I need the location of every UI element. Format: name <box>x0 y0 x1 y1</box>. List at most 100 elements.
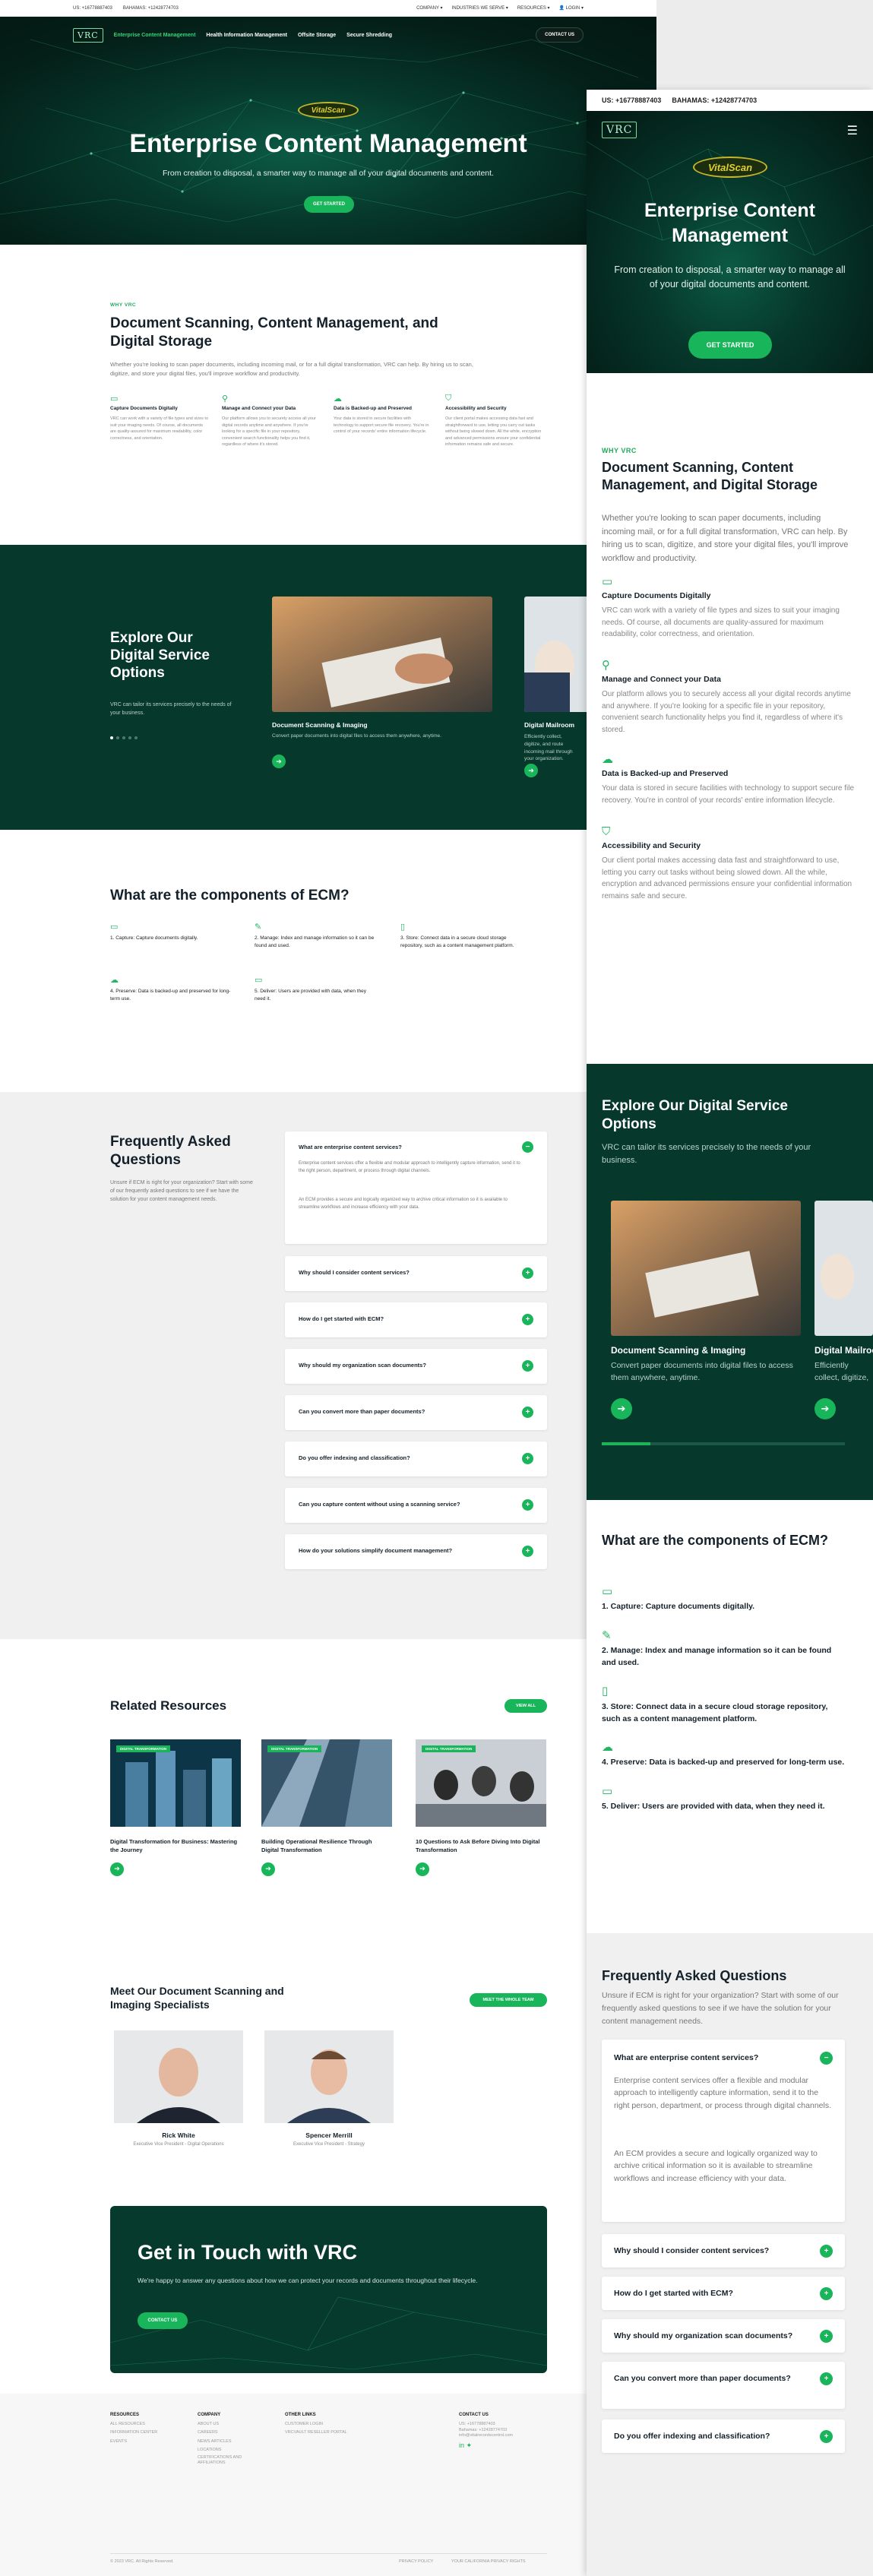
faq-item[interactable]: How do your solutions simplify document … <box>285 1534 547 1569</box>
faq-item[interactable]: Can you convert more than paper document… <box>285 1395 547 1430</box>
card-arrow-button[interactable]: ➔ <box>272 755 286 768</box>
hamburger-icon[interactable]: ☰ <box>847 123 858 138</box>
footer-link[interactable]: CUSTOMER LOGIN <box>285 2420 347 2429</box>
get-started-button[interactable]: GET STARTED <box>304 196 354 213</box>
faq-item[interactable]: How do I get started with ECM? + <box>602 2277 845 2310</box>
industries-menu[interactable]: INDUSTRIES WE SERVE ▾ <box>452 6 508 11</box>
phone-bahamas[interactable]: BAHAMAS: +12428774703 <box>123 6 179 11</box>
carousel-progress[interactable] <box>602 1442 845 1445</box>
resource-card[interactable]: DIGITAL TRANSFORMATION 10 Questions to A… <box>416 1739 546 1876</box>
faq-item-open[interactable]: What are enterprise content services? − … <box>602 2040 845 2222</box>
card-image-scanning[interactable] <box>611 1201 801 1336</box>
card-arrow-button[interactable]: ➔ <box>611 1398 632 1419</box>
faq-question[interactable]: Do you offer indexing and classification… <box>299 1454 410 1461</box>
team-member[interactable]: Rick White Executive Vice President - Di… <box>114 2030 243 2147</box>
nav-shredding[interactable]: Secure Shredding <box>346 33 392 38</box>
expand-icon[interactable]: + <box>820 2245 833 2258</box>
faq-question[interactable]: What are enterprise content services? <box>299 1144 402 1150</box>
view-all-button[interactable]: VIEW ALL <box>505 1699 547 1713</box>
footer-link[interactable]: CERTIFICATIONS AND AFFILIATIONS <box>198 2455 258 2466</box>
linkedin-icon[interactable]: in <box>459 2442 464 2449</box>
twitter-icon[interactable]: ✦ <box>467 2442 473 2449</box>
footer-link[interactable]: CAREERS <box>198 2429 258 2438</box>
collapse-icon[interactable]: − <box>820 2052 833 2065</box>
footer-link[interactable]: EVENTS <box>110 2438 157 2447</box>
phone-us[interactable]: US: +16778887403 <box>73 6 112 11</box>
resource-card[interactable]: DIGITAL TRANSFORMATION Digital Transform… <box>110 1739 241 1876</box>
faq-question[interactable]: Why should my organization scan document… <box>299 1362 426 1369</box>
expand-icon[interactable]: + <box>522 1360 533 1372</box>
card-image-scanning[interactable] <box>272 597 492 712</box>
resource-card[interactable]: DIGITAL TRANSFORMATION Building Operatio… <box>261 1739 392 1876</box>
vrc-logo[interactable]: VRC <box>73 27 103 43</box>
faq-question[interactable]: How do I get started with ECM? <box>299 1315 384 1322</box>
expand-icon[interactable]: + <box>522 1267 533 1279</box>
contact-button[interactable]: CONTACT US <box>138 2312 188 2329</box>
faq-question[interactable]: Why should I consider content services? <box>299 1269 410 1276</box>
card-arrow-button[interactable]: ➔ <box>524 764 538 777</box>
resource-image[interactable] <box>416 1739 546 1827</box>
expand-icon[interactable]: + <box>522 1546 533 1557</box>
company-menu[interactable]: COMPANY ▾ <box>416 6 442 11</box>
faq-item[interactable]: Why should I consider content services? + <box>285 1256 547 1291</box>
footer-link[interactable]: NEWS ARTICLES <box>198 2438 258 2447</box>
expand-icon[interactable]: + <box>820 2372 833 2385</box>
carousel-dots[interactable] <box>110 736 138 739</box>
faq-item-open[interactable]: What are enterprise content services? − … <box>285 1131 547 1244</box>
nav-offsite[interactable]: Offsite Storage <box>298 33 336 38</box>
login-menu[interactable]: 👤 LOGIN ▾ <box>559 6 584 11</box>
nav-ecm[interactable]: Enterprise Content Management <box>114 33 196 38</box>
expand-icon[interactable]: + <box>820 2330 833 2343</box>
card-title[interactable]: Digital Mailroom <box>524 721 574 729</box>
vrc-logo[interactable]: VRC <box>602 122 637 138</box>
social-icons[interactable]: in ✦ <box>459 2438 513 2453</box>
member-photo[interactable] <box>264 2030 394 2123</box>
footer-email[interactable]: info@vitalrecordscontrol.com <box>459 2433 513 2439</box>
faq-question[interactable]: Do you offer indexing and classification… <box>614 2431 804 2442</box>
resource-image[interactable] <box>110 1739 241 1827</box>
faq-question[interactable]: How do your solutions simplify document … <box>299 1547 452 1554</box>
nav-him[interactable]: Health Information Management <box>206 33 287 38</box>
contact-us-button[interactable]: CONTACT US <box>536 27 584 43</box>
faq-item[interactable]: Why should my organization scan document… <box>602 2319 845 2353</box>
footer-link[interactable]: INFORMATION CENTER <box>110 2429 157 2438</box>
footer-phone[interactable]: Bahamas: +12428774703 <box>459 2429 513 2433</box>
expand-icon[interactable]: + <box>522 1499 533 1511</box>
footer-link[interactable]: VRCVAULT RESELLER PORTAL <box>285 2429 347 2438</box>
resource-arrow[interactable]: ➔ <box>261 1862 275 1876</box>
member-photo[interactable] <box>114 2030 243 2123</box>
resource-title[interactable]: Digital Transformation for Business: Mas… <box>110 1838 239 1855</box>
faq-question[interactable]: Why should I consider content services? <box>614 2245 804 2257</box>
footer-link[interactable]: ALL RESOURCES <box>110 2420 157 2429</box>
card-title[interactable]: Document Scanning & Imaging <box>272 721 368 729</box>
faq-item[interactable]: Can you capture content without using a … <box>285 1488 547 1523</box>
privacy-link[interactable]: PRIVACY POLICY <box>399 2559 433 2564</box>
expand-icon[interactable]: + <box>522 1453 533 1464</box>
expand-icon[interactable]: + <box>820 2287 833 2300</box>
team-member[interactable]: Spencer Merrill Executive Vice President… <box>264 2030 394 2147</box>
faq-question[interactable]: How do I get started with ECM? <box>614 2288 804 2299</box>
phone-bahamas[interactable]: BAHAMAS: +12428774703 <box>672 97 757 104</box>
expand-icon[interactable]: + <box>522 1407 533 1418</box>
faq-item[interactable]: Can you convert more than paper document… <box>602 2362 845 2409</box>
footer-link[interactable]: LOCATIONS <box>198 2446 258 2455</box>
resource-image[interactable] <box>261 1739 392 1827</box>
faq-question[interactable]: What are enterprise content services? <box>614 2053 758 2062</box>
faq-item[interactable]: How do I get started with ECM? + <box>285 1302 547 1337</box>
faq-item[interactable]: Do you offer indexing and classification… <box>602 2419 845 2453</box>
faq-question[interactable]: Can you capture content without using a … <box>299 1501 460 1508</box>
card-title[interactable]: Digital Mailroom <box>814 1345 873 1356</box>
card-image-mailroom[interactable] <box>814 1201 873 1336</box>
resource-title[interactable]: Building Operational Resilience Through … <box>261 1838 391 1855</box>
resources-menu[interactable]: RESOURCES ▾ <box>517 6 550 11</box>
resource-arrow[interactable]: ➔ <box>416 1862 429 1876</box>
faq-item[interactable]: Why should my organization scan document… <box>285 1349 547 1384</box>
footer-link[interactable]: ABOUT US <box>198 2420 258 2429</box>
card-title[interactable]: Document Scanning & Imaging <box>611 1345 745 1356</box>
phone-us[interactable]: US: +16778887403 <box>602 97 661 104</box>
resource-arrow[interactable]: ➔ <box>110 1862 124 1876</box>
resource-title[interactable]: 10 Questions to Ask Before Diving Into D… <box>416 1838 545 1855</box>
meet-team-button[interactable]: MEET THE WHOLE TEAM <box>470 1993 547 2007</box>
faq-question[interactable]: Can you convert more than paper document… <box>299 1408 425 1415</box>
expand-icon[interactable]: + <box>522 1314 533 1325</box>
